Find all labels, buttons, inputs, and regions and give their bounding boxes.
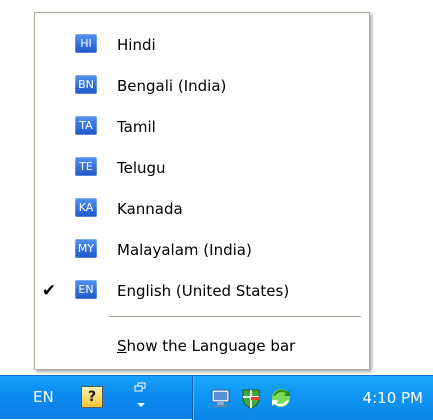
security-shield-icon[interactable] [240,387,262,409]
language-code-icon: TA [75,116,97,135]
clock[interactable]: 4:10 PM [363,388,423,408]
language-menu: HI Hindi BN Bengali (India) TA Tamil TE … [34,12,370,370]
menu-item-bengali[interactable]: BN Bengali (India) [35,67,369,108]
menu-item-label: Telugu [117,159,166,177]
taskbar: EN ? 4:10 PM [0,375,433,420]
menu-item-label: Kannada [117,200,183,218]
menu-item-kannada[interactable]: KA Kannada [35,190,369,231]
menu-item-label: Tamil [117,118,156,136]
language-indicator[interactable]: EN [33,387,54,407]
notification-area: 4:10 PM [192,376,433,420]
menu-item-label: Hindi [117,36,156,54]
language-bar: EN ? [0,376,192,420]
check-mark [41,199,57,219]
menu-item-telugu[interactable]: TE Telugu [35,149,369,190]
options-icon[interactable] [133,379,149,415]
network-icon[interactable] [210,387,232,409]
help-icon[interactable]: ? [81,386,103,408]
language-code-icon: KA [75,198,97,217]
check-mark [41,158,57,178]
check-mark [41,35,57,55]
menu-item-label: Malayalam (India) [117,241,252,259]
menu-item-malayalam[interactable]: MY Malayalam (India) [35,231,369,272]
show-language-bar-label-rest: how the Language bar [126,337,296,355]
menu-item-tamil[interactable]: TA Tamil [35,108,369,149]
language-code-icon: EN [75,280,97,299]
language-code-icon: HI [75,34,97,53]
check-mark [41,240,57,260]
menu-item-hindi[interactable]: HI Hindi [35,26,369,67]
check-mark-icon: ✔ [41,281,57,301]
language-code-icon: MY [75,239,97,258]
show-language-bar-item[interactable]: Show the Language bar [35,326,369,366]
menu-item-label: Bengali (India) [117,77,227,95]
options-arrow-icon [134,382,146,407]
check-mark [41,117,57,137]
show-language-bar-label: Show the Language bar [117,337,295,355]
check-mark [41,76,57,96]
menu-separator [109,316,361,317]
access-key: S [117,337,127,355]
sync-icon[interactable] [270,387,292,409]
menu-item-label: English (United States) [117,282,290,300]
menu-item-english-us[interactable]: ✔ EN English (United States) [35,272,369,313]
language-code-icon: BN [75,75,97,94]
language-code-icon: TE [75,157,97,176]
